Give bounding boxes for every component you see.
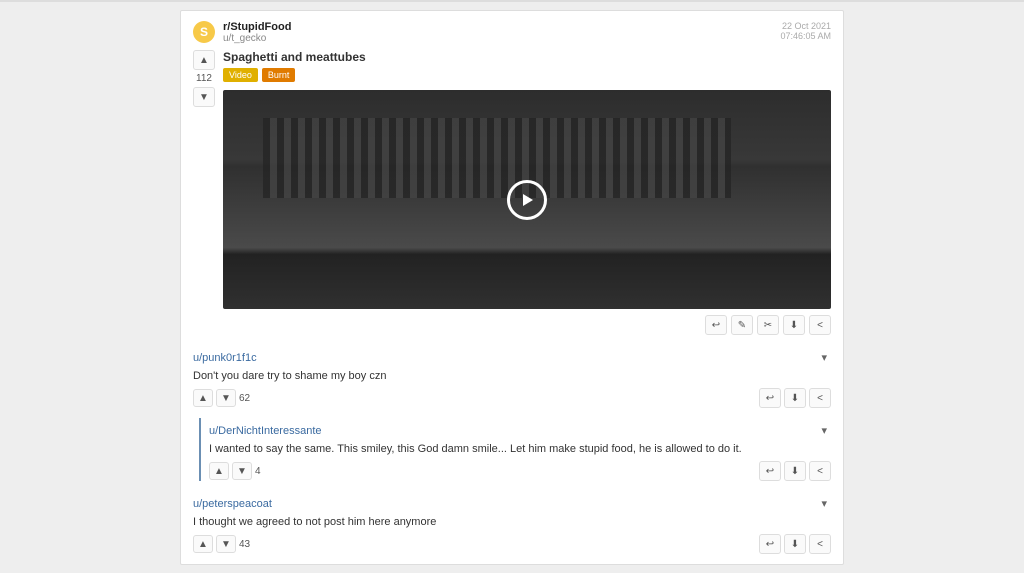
tag-burnt[interactable]: Burnt (262, 68, 296, 82)
post-actions: ↩ ✎ ✂ ⬇ < (223, 315, 831, 335)
comment-upvote-button[interactable]: ▲ (193, 389, 213, 407)
comment-download-button[interactable]: ⬇ (784, 461, 806, 481)
comment-upvote-button[interactable]: ▲ (193, 535, 213, 553)
share-button[interactable]: < (809, 315, 831, 335)
subreddit-avatar[interactable]: S (193, 21, 215, 43)
comment-downvote-button[interactable]: ▼ (216, 535, 236, 553)
comment: u/peterspeacoat ▾ I thought we agreed to… (193, 491, 831, 554)
comment-download-button[interactable]: ⬇ (784, 388, 806, 408)
comment-share-button[interactable]: < (809, 388, 831, 408)
comment-upvote-button[interactable]: ▲ (209, 462, 229, 480)
comment-score: 43 (239, 539, 250, 550)
comment-author[interactable]: u/peterspeacoat (193, 498, 272, 510)
comment-downvote-button[interactable]: ▼ (216, 389, 236, 407)
comment-author[interactable]: u/DerNichtInteressante (209, 425, 322, 437)
video-thumbnail[interactable] (223, 90, 831, 309)
comment-text: I thought we agreed to not post him here… (193, 516, 831, 528)
collapse-icon[interactable]: ▾ (817, 424, 831, 437)
comment-score: 4 (255, 466, 261, 477)
edit-button[interactable]: ✎ (731, 315, 753, 335)
post-time: 07:46:05 AM (780, 31, 831, 41)
post-date: 22 Oct 2021 (780, 21, 831, 31)
comment-downvote-button[interactable]: ▼ (232, 462, 252, 480)
reply-button[interactable]: ↩ (705, 315, 727, 335)
downvote-button[interactable]: ▼ (193, 87, 215, 107)
collapse-icon[interactable]: ▾ (817, 351, 831, 364)
crosspost-button[interactable]: ✂ (757, 315, 779, 335)
post-card: S r/StupidFood u/t_gecko 22 Oct 2021 07:… (180, 10, 844, 565)
comment-score: 62 (239, 393, 250, 404)
comment-reply-button[interactable]: ↩ (759, 388, 781, 408)
comment-download-button[interactable]: ⬇ (784, 534, 806, 554)
post-author[interactable]: u/t_gecko (223, 33, 772, 44)
play-icon[interactable] (507, 180, 547, 220)
tag-video[interactable]: Video (223, 68, 258, 82)
vote-column: ▲ 112 ▼ (193, 50, 215, 335)
comment-reply-button[interactable]: ↩ (759, 461, 781, 481)
post-score: 112 (196, 73, 212, 84)
post-header: S r/StupidFood u/t_gecko 22 Oct 2021 07:… (193, 21, 831, 44)
comment-text: I wanted to say the same. This smiley, t… (209, 443, 831, 455)
subreddit-name[interactable]: r/StupidFood (223, 21, 772, 33)
collapse-icon[interactable]: ▾ (817, 497, 831, 510)
comment: u/punk0r1f1c ▾ Don't you dare try to sha… (193, 345, 831, 408)
post-title: Spaghetti and meattubes (223, 50, 831, 64)
comment-share-button[interactable]: < (809, 534, 831, 554)
comment-reply-button[interactable]: ↩ (759, 534, 781, 554)
comment-author[interactable]: u/punk0r1f1c (193, 352, 257, 364)
upvote-button[interactable]: ▲ (193, 50, 215, 70)
download-button[interactable]: ⬇ (783, 315, 805, 335)
comment-share-button[interactable]: < (809, 461, 831, 481)
comment-text: Don't you dare try to shame my boy czn (193, 370, 831, 382)
comment: u/DerNichtInteressante ▾ I wanted to say… (199, 418, 831, 481)
